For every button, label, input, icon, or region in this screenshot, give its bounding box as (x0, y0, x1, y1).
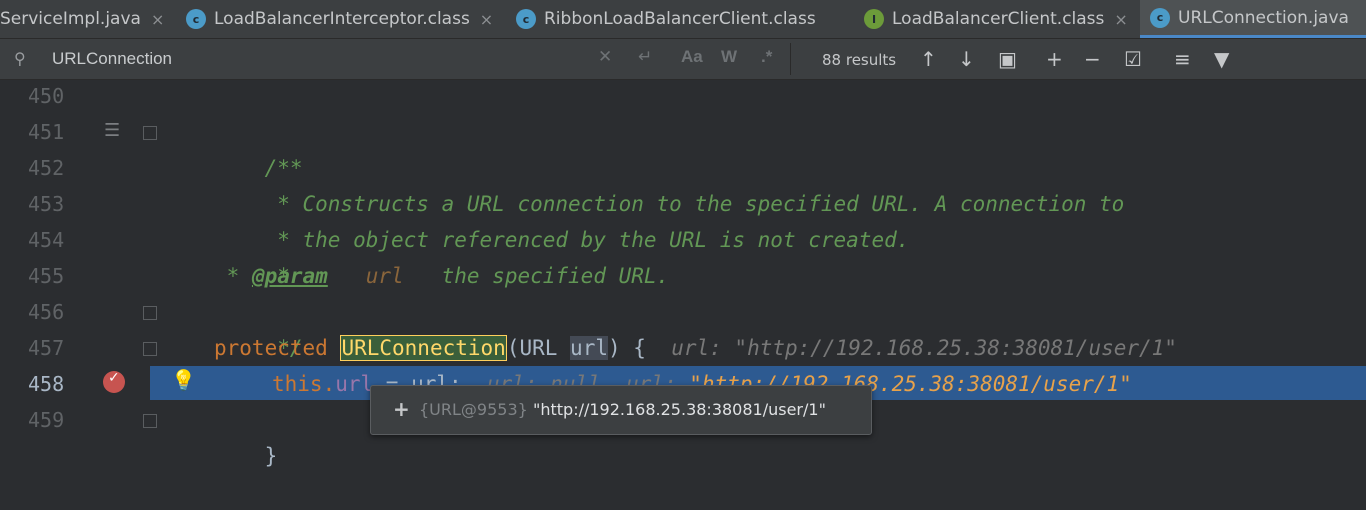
expand-icon[interactable]: + (393, 397, 410, 421)
tab-label: RibbonLoadBalancerClient.class (544, 9, 816, 29)
search-icon[interactable]: ⚲ (14, 49, 26, 68)
search-match: URLConnection (340, 335, 507, 361)
class-icon: c (516, 9, 536, 29)
whole-words-button[interactable]: W (721, 47, 737, 67)
tab-load-balancer-interceptor[interactable]: c LoadBalancerInterceptor.class × (186, 0, 493, 38)
line-number: 453 (28, 192, 65, 216)
code-line-451: /** (264, 156, 303, 180)
tab-label: LoadBalancerClient.class (892, 9, 1105, 29)
line-number: 456 (28, 300, 65, 324)
interface-icon: I (864, 9, 884, 29)
toolbar-divider (790, 43, 791, 75)
line-number: 459 (28, 408, 65, 432)
class-icon: c (1150, 7, 1170, 28)
line-number: 452 (28, 156, 65, 180)
line-number: 451 (28, 120, 65, 144)
tab-label: ServiceImpl.java (0, 9, 141, 29)
editor-tab-bar: ServiceImpl.java × c LoadBalancerInterce… (0, 0, 1366, 39)
tab-service-impl[interactable]: ServiceImpl.java × (0, 0, 164, 38)
code-line-454: * (264, 264, 290, 288)
line-number: 454 (28, 228, 65, 252)
find-toolbar: ⚲ ✕ ↵ Aa W .* 88 results ↑ ↓ ▣ + − ☑ ≡ ▼ (0, 39, 1366, 80)
line-number-current: 458 (28, 372, 65, 396)
inline-debug-value: url: "http://192.168.25.38:38081/user/1" (671, 336, 1177, 360)
object-value: "http://192.168.25.38:38081/user/1" (533, 400, 826, 419)
breakpoint-icon[interactable] (103, 370, 125, 393)
previous-occurrence-icon[interactable]: ↑ (920, 47, 937, 71)
code-line-457: protected URLConnection(URL url) { url: … (214, 335, 1177, 361)
tab-ribbon-load-balancer-client[interactable]: c RibbonLoadBalancerClient.class (516, 0, 816, 38)
next-occurrence-icon[interactable]: ↓ (958, 47, 975, 71)
line-number: 455 (28, 264, 65, 288)
tab-label: URLConnection.java (1178, 7, 1349, 28)
code-line-455: * @param url the specified URL. (214, 264, 670, 288)
regex-button[interactable]: .* (761, 47, 772, 67)
close-icon[interactable]: × (1114, 10, 1127, 29)
match-case-button[interactable]: Aa (681, 47, 703, 67)
object-reference: {URL@9553} (419, 400, 528, 419)
select-all-occurrences-icon[interactable]: ▣ (998, 47, 1017, 71)
line-number: 450 (28, 84, 65, 108)
code-line-452: * Constructs a URL connection to the spe… (264, 192, 1125, 216)
toggle-occurrence-icon[interactable]: ☑ (1124, 47, 1142, 71)
debug-value-tooltip[interactable]: + {URL@9553} "http://192.168.25.38:38081… (370, 385, 872, 435)
clear-search-icon[interactable]: ✕ (598, 47, 612, 67)
filter-options-icon[interactable]: ≡ (1174, 47, 1191, 71)
tab-url-connection[interactable]: c URLConnection.java (1140, 0, 1366, 38)
results-count: 88 results (822, 51, 897, 69)
code-line-456: */ (264, 336, 303, 360)
class-icon: c (186, 9, 206, 29)
tab-label: LoadBalancerInterceptor.class (214, 9, 470, 29)
remove-occurrence-icon[interactable]: − (1084, 47, 1101, 71)
tab-load-balancer-client[interactable]: I LoadBalancerClient.class × (864, 0, 1128, 38)
add-occurrence-icon[interactable]: + (1046, 47, 1063, 71)
javadoc-param-tag: @param (251, 264, 328, 288)
code-line-453: * the object referenced by the URL is no… (264, 228, 910, 252)
close-icon[interactable]: × (151, 10, 164, 29)
new-line-icon[interactable]: ↵ (638, 47, 652, 67)
line-number: 457 (28, 336, 65, 360)
close-icon[interactable]: × (480, 10, 493, 29)
rendered-doc-icon[interactable]: ☰ (104, 120, 120, 141)
filter-icon[interactable]: ▼ (1214, 47, 1229, 71)
search-input[interactable] (50, 45, 494, 73)
